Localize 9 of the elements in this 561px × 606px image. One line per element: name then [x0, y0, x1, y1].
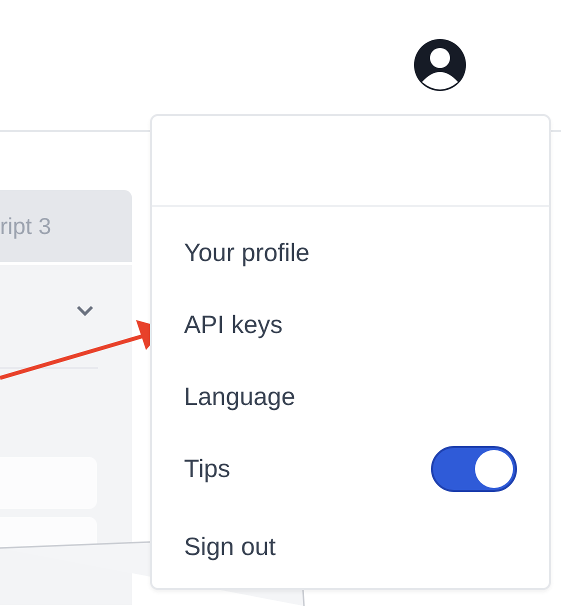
avatar-icon[interactable]	[414, 39, 466, 91]
menu-label: Tips	[184, 454, 230, 484]
menu-item[interactable]: Language	[152, 361, 549, 433]
toggle-switch[interactable]	[431, 446, 517, 492]
menu-item[interactable]: Sign out	[152, 511, 549, 583]
menu-item[interactable]: Your profile	[152, 217, 549, 289]
menu-item[interactable]: API keys	[152, 289, 549, 361]
input-field[interactable]	[0, 517, 97, 547]
chevron-down-icon[interactable]	[76, 305, 94, 317]
